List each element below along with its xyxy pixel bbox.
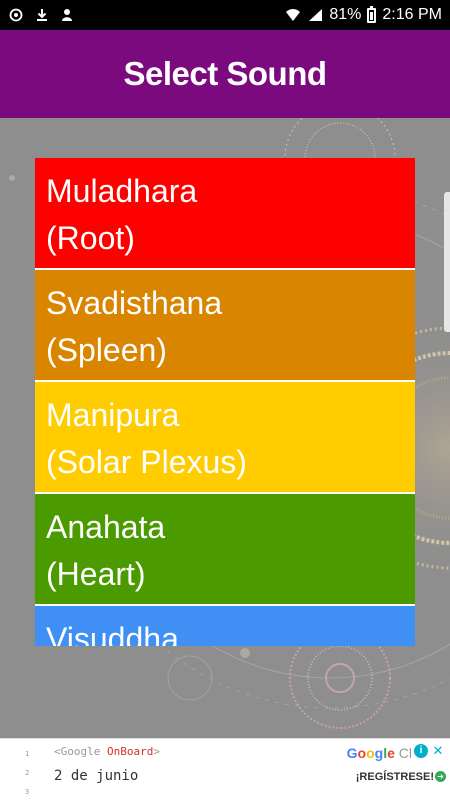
sound-list[interactable]: Muladhara (Root) Svadisthana (Spleen) Ma… xyxy=(35,158,415,646)
sound-item-anahata[interactable]: Anahata (Heart) xyxy=(35,494,415,604)
battery-percent: 81% xyxy=(329,6,362,23)
ad-line-number: 1 xyxy=(25,750,30,758)
battery-icon xyxy=(367,5,377,23)
sound-item-name: Anahata xyxy=(46,509,166,545)
scroll-handle[interactable] xyxy=(444,192,450,332)
page-title: Select Sound xyxy=(123,55,327,92)
sound-item-name: Visuddha xyxy=(46,621,179,646)
person-icon xyxy=(60,7,76,23)
sound-item-name: Muladhara xyxy=(46,173,198,209)
ad-cta-button[interactable]: ¡REGÍSTRESE! xyxy=(356,771,434,783)
ad-close-icon[interactable]: ✕ xyxy=(431,744,445,758)
ad-code-prefix: <Google xyxy=(54,745,107,758)
sound-item-sub: (Solar Plexus) xyxy=(46,444,247,480)
sound-item-manipura[interactable]: Manipura (Solar Plexus) xyxy=(35,382,415,492)
ad-code-suffix: > xyxy=(153,745,160,758)
sound-item-visuddha[interactable]: Visuddha xyxy=(35,606,415,646)
status-left-icons xyxy=(8,7,76,23)
content-area: Muladhara (Root) Svadisthana (Spleen) Ma… xyxy=(0,118,450,738)
status-right-icons: 81% 2:16 PM xyxy=(285,5,442,24)
ad-line-numbers: 1 2 3 xyxy=(25,745,29,800)
ad-code-highlight: OnBoard xyxy=(106,745,154,758)
sound-item-name: Svadisthana xyxy=(46,285,223,321)
status-bar: 81% 2:16 PM xyxy=(0,0,450,30)
sound-item-muladhara[interactable]: Muladhara (Root) xyxy=(35,158,415,268)
download-icon xyxy=(34,7,50,23)
sound-item-svadisthana[interactable]: Svadisthana (Spleen) xyxy=(35,270,415,380)
sound-item-sub: (Root) xyxy=(46,220,135,256)
sound-item-sub: (Spleen) xyxy=(46,332,167,368)
signal-icon xyxy=(307,7,323,23)
ad-line-number: 2 xyxy=(25,769,30,777)
sync-icon xyxy=(8,7,24,23)
sound-item-name: Manipura xyxy=(46,397,180,433)
wifi-icon xyxy=(285,7,301,23)
ad-banner[interactable]: 1 2 3 <Google OnBoard> 2 de junio Google… xyxy=(0,738,450,800)
clock: 2:16 PM xyxy=(382,6,442,23)
app-header: Select Sound xyxy=(0,30,450,118)
ad-brand-logo: Google Cl xyxy=(346,745,412,761)
ad-cta-arrow-icon: ➜ xyxy=(435,771,446,782)
ad-line-number: 3 xyxy=(25,788,30,796)
sound-item-sub: (Heart) xyxy=(46,556,146,592)
ad-code-text: <Google OnBoard> xyxy=(54,745,160,758)
ad-info-icon[interactable]: i xyxy=(414,744,428,758)
ad-date: 2 de junio xyxy=(54,768,139,784)
